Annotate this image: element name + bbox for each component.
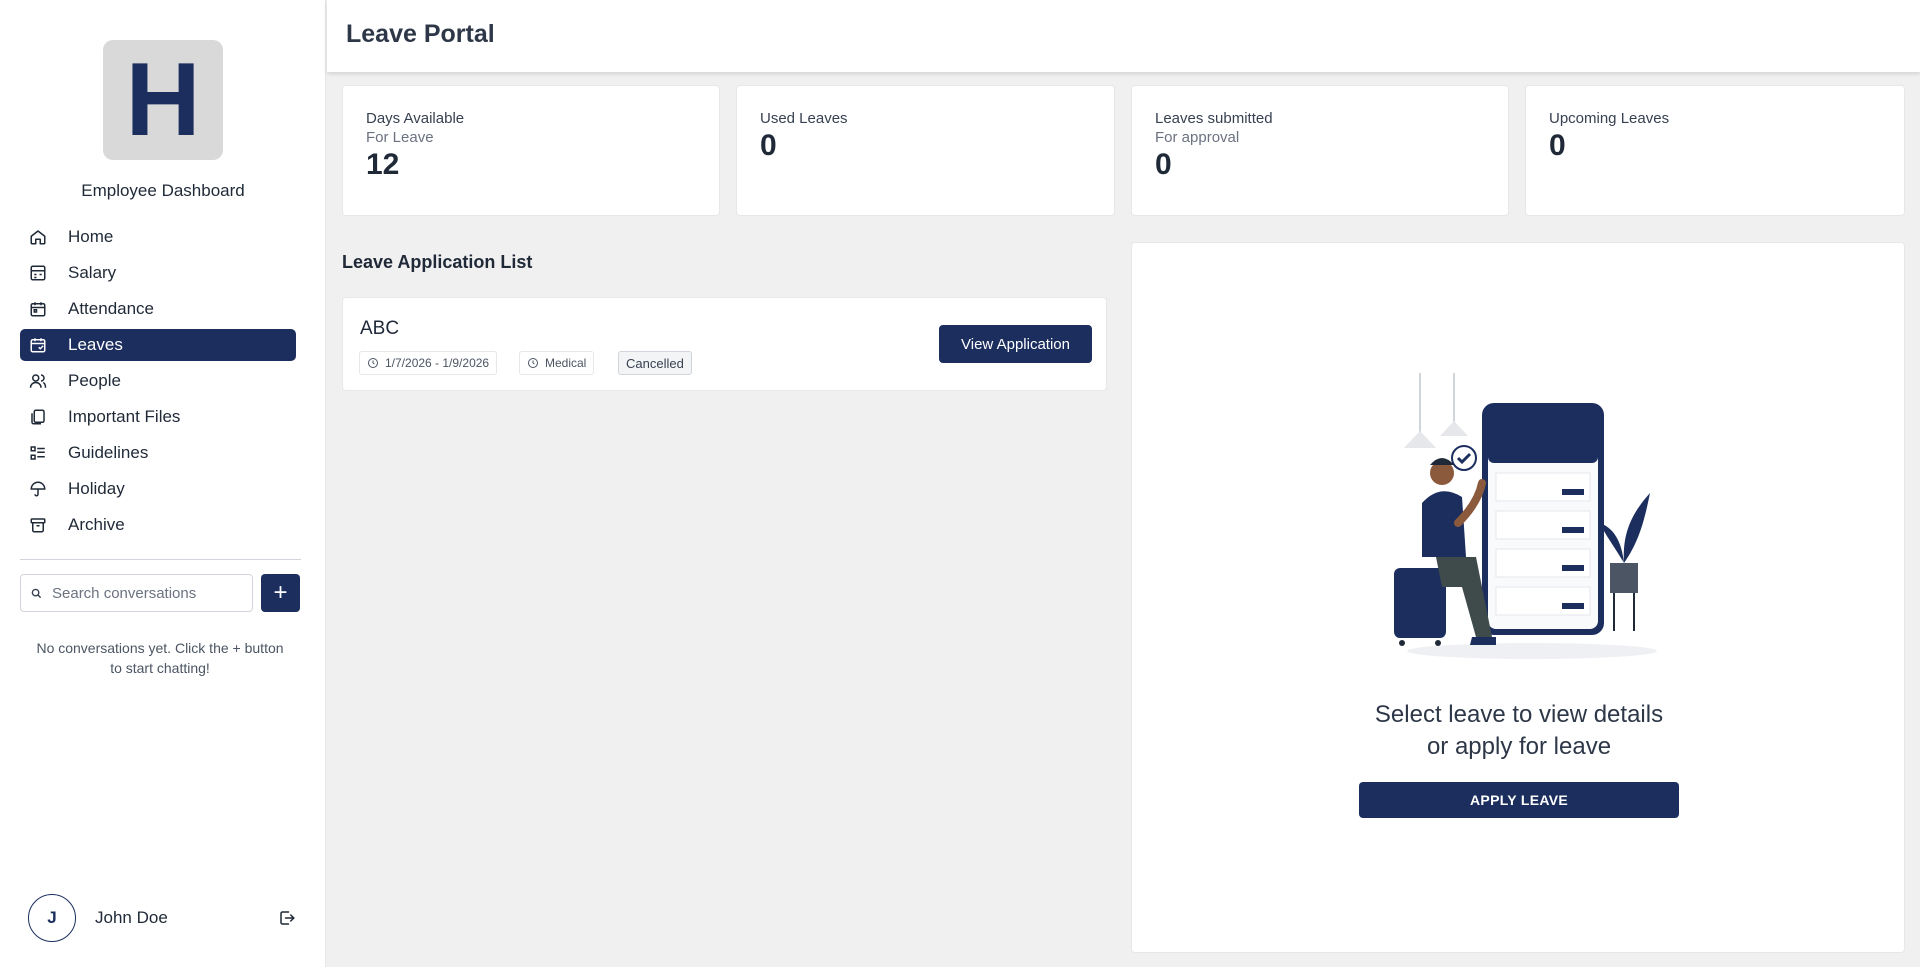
stat-label: Used Leaves <box>760 110 848 127</box>
sidebar-item-label: Holiday <box>68 479 125 498</box>
sidebar-item-label: Important Files <box>68 407 181 426</box>
stat-value: 0 <box>760 129 777 162</box>
stat-card-leaves-submitted: Leaves submitted For approval 0 <box>1131 85 1509 216</box>
leave-type-text: Medical <box>545 356 587 370</box>
stat-label: Days Available <box>366 110 465 127</box>
stat-label: Leaves submitted <box>1155 110 1273 127</box>
logo-letter: H <box>125 42 201 158</box>
page-title: Leave Portal <box>346 20 495 48</box>
view-application-button[interactable]: View Application <box>939 325 1092 363</box>
empty-selection-message: Select leave to view details or apply fo… <box>1132 699 1906 763</box>
top-header: Leave Portal <box>327 0 1920 72</box>
sidebar-item-label: Home <box>68 227 114 246</box>
travel-booking-illustration <box>1394 373 1657 659</box>
message-line-1: Select leave to view details <box>1374 701 1664 728</box>
home-icon <box>28 227 48 247</box>
sidebar-item-label: People <box>68 371 121 390</box>
calendar-leave-icon <box>28 335 48 355</box>
leave-name: ABC <box>360 318 400 339</box>
new-conversation-button[interactable]: + <box>261 574 300 612</box>
sidebar-item-important-files[interactable]: Important Files <box>20 401 296 433</box>
salary-icon <box>28 263 48 283</box>
umbrella-icon <box>28 479 48 499</box>
date-range-chip: 1/7/2026 - 1/9/2026 <box>359 351 498 375</box>
sidebar-item-archive[interactable]: Archive <box>20 509 296 541</box>
avatar: J <box>28 894 76 942</box>
empty-conversations-message: No conversations yet. Click the + button… <box>36 640 284 676</box>
leave-application-card[interactable]: ABC 1/7/2026 - 1/9/2026 Medical Cancelle… <box>342 297 1107 391</box>
sidebar-item-salary[interactable]: Salary <box>20 257 296 289</box>
leave-details-panel: Select leave to view details or apply fo… <box>1131 242 1905 953</box>
search-input[interactable] <box>52 584 232 602</box>
leave-type-chip: Medical <box>519 351 595 375</box>
sidebar-item-label: Attendance <box>68 299 155 318</box>
sidebar-item-leaves[interactable]: Leaves <box>20 329 296 361</box>
stat-sublabel: For approval <box>1155 129 1240 146</box>
status-badge: Cancelled <box>618 351 692 375</box>
sidebar-item-holiday[interactable]: Holiday <box>20 473 296 505</box>
sidebar: H Employee Dashboard Home Salary Attenda… <box>0 0 326 967</box>
sidebar-nav: Home Salary Attendance Leaves People Imp… <box>20 221 296 545</box>
sidebar-item-people[interactable]: People <box>20 365 296 397</box>
date-range-text: 1/7/2026 - 1/9/2026 <box>385 356 490 370</box>
sidebar-item-attendance[interactable]: Attendance <box>20 293 296 325</box>
user-profile[interactable]: J John Doe <box>28 894 168 942</box>
apply-leave-button[interactable]: APPLY LEAVE <box>1359 782 1679 818</box>
archive-icon <box>28 515 48 535</box>
people-icon <box>28 371 48 391</box>
stat-value: 0 <box>1155 148 1172 181</box>
logout-icon[interactable] <box>278 909 296 927</box>
search-box <box>20 574 253 612</box>
company-logo: H <box>103 40 223 160</box>
calendar-icon <box>28 299 48 319</box>
leave-list-title: Leave Application List <box>342 252 533 272</box>
search-icon <box>31 588 42 598</box>
files-icon <box>28 407 48 427</box>
sidebar-item-guidelines[interactable]: Guidelines <box>20 437 296 469</box>
stat-card-upcoming-leaves: Upcoming Leaves 0 <box>1525 85 1905 216</box>
sidebar-item-label: Archive <box>68 515 125 534</box>
stat-sublabel: For Leave <box>366 129 434 146</box>
user-name: John Doe <box>95 908 168 927</box>
clock-icon <box>528 358 538 368</box>
dashboard-title: Employee Dashboard <box>81 181 245 200</box>
stat-card-used-leaves: Used Leaves 0 <box>736 85 1115 216</box>
clock-icon <box>368 358 378 368</box>
stat-card-days-available: Days Available For Leave 12 <box>342 85 720 216</box>
message-line-2: or apply for leave <box>1426 733 1612 760</box>
sidebar-divider <box>20 559 301 560</box>
sidebar-item-label: Salary <box>68 263 117 282</box>
stat-label: Upcoming Leaves <box>1549 110 1670 127</box>
sidebar-item-home[interactable]: Home <box>20 221 296 253</box>
stat-value: 0 <box>1549 129 1566 162</box>
list-icon <box>28 443 48 463</box>
stat-value: 12 <box>366 148 400 181</box>
sidebar-item-label: Leaves <box>68 335 123 354</box>
sidebar-item-label: Guidelines <box>68 443 149 462</box>
